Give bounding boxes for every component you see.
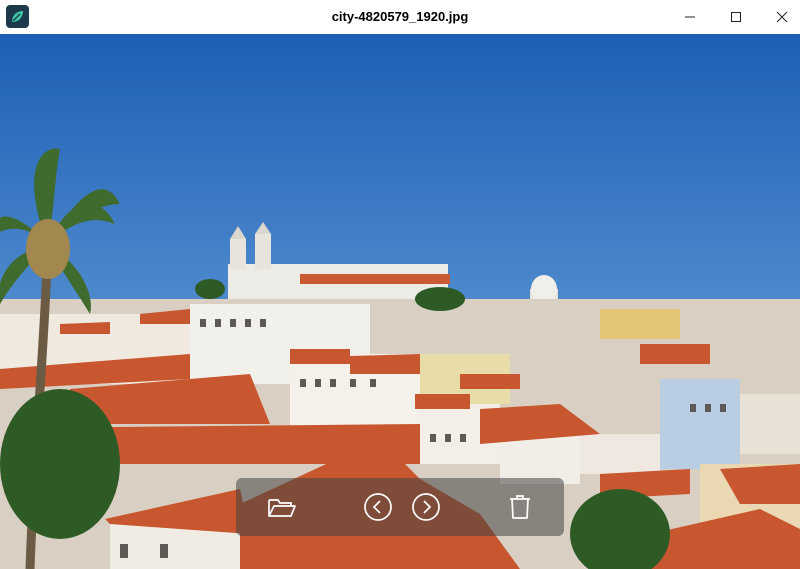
chevron-left-icon — [364, 493, 392, 521]
close-button[interactable] — [759, 0, 800, 34]
chevron-right-icon — [412, 493, 440, 521]
minimize-button[interactable] — [667, 0, 713, 34]
next-image-button[interactable] — [410, 491, 442, 523]
title-bar: city-4820579_1920.jpg — [0, 0, 800, 34]
folder-open-icon — [268, 499, 296, 517]
open-file-button[interactable] — [266, 491, 298, 523]
maximize-icon — [731, 12, 741, 22]
previous-image-button[interactable] — [362, 491, 394, 523]
maximize-button[interactable] — [713, 0, 759, 34]
minimize-icon — [685, 16, 695, 18]
trash-icon — [510, 495, 530, 519]
close-icon — [776, 11, 788, 23]
viewer-toolbar — [236, 478, 564, 536]
delete-image-button[interactable] — [504, 491, 536, 523]
